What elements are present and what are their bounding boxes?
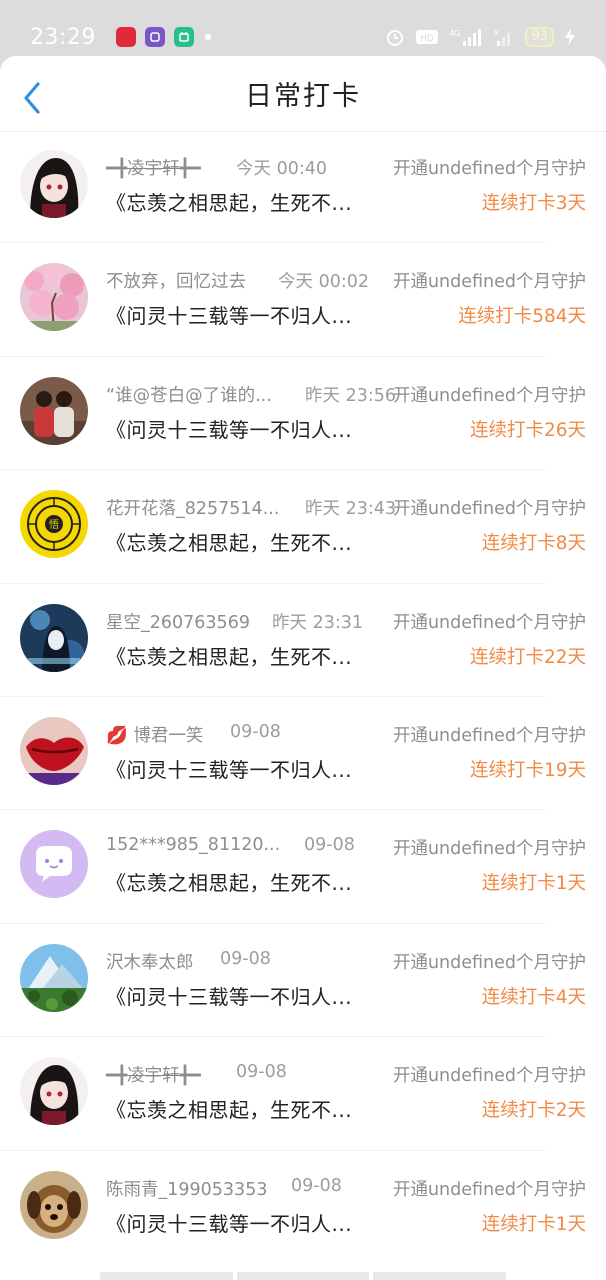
anime-girl-icon[interactable] <box>20 150 88 218</box>
bagua-yellow-icon[interactable]: 悟 <box>20 490 88 559</box>
signal-4g-icon: 4G <box>449 29 482 46</box>
post-time: 今天 00:02 <box>278 272 369 293</box>
streak-badge: 连续打卡2天 <box>481 1100 586 1122</box>
app-green-icon <box>173 27 194 47</box>
bottom-tab-strip <box>100 1272 507 1280</box>
user-name[interactable]: “谁@苍白@了谁的... <box>106 382 272 407</box>
more-notifications-dot <box>204 34 211 40</box>
streak-badge: 连续打卡584天 <box>458 306 586 328</box>
list-item[interactable]: ━╋凌宇轩╋━ 今天 00:40 开通undefined个月守护 《忘羡之相思起… <box>0 130 606 244</box>
post-time: 今天 00:40 <box>236 159 327 179</box>
guard-text: 开通undefined个月守护 <box>392 272 586 293</box>
status-right: HD 4G × 93 <box>385 27 576 47</box>
streak-badge: 连续打卡1天 <box>481 1213 586 1235</box>
streak-badge: 连续打卡1天 <box>481 873 586 895</box>
streak-badge: 连续打卡8天 <box>481 533 586 555</box>
status-time: 23:29 <box>30 24 96 50</box>
tab-strip-segment <box>236 1272 370 1280</box>
user-name[interactable]: ━╋凌宇轩╋━ <box>106 1062 201 1087</box>
guard-text: 开通undefined个月守护 <box>392 159 586 179</box>
post-title[interactable]: 《问灵十三载等一不归人... <box>106 1208 352 1237</box>
red-lips-icon[interactable] <box>20 716 88 785</box>
guard-text: 开通undefined个月守护 <box>392 612 586 633</box>
streak-badge: 连续打卡22天 <box>469 646 586 668</box>
battery-icon: 93 <box>525 27 554 47</box>
guard-text: 开通undefined个月守护 <box>392 499 586 520</box>
svg-text:HD: HD <box>421 34 435 44</box>
guard-text: 开通undefined个月守护 <box>392 952 586 973</box>
list-item[interactable]: 悟 花开花落_8257514... 昨天 23:43 开通undefined个月… <box>0 470 606 584</box>
post-title[interactable]: 《忘羡之相思起，生死不... <box>106 527 352 556</box>
post-time: 昨天 23:43 <box>305 499 396 520</box>
post-time: 09-08 <box>230 721 281 742</box>
post-time: 09-08 <box>236 1062 287 1083</box>
post-title[interactable]: 《忘羡之相思起，生死不... <box>106 867 352 896</box>
back-button[interactable] <box>18 80 48 116</box>
dog-photo-icon[interactable] <box>20 1170 88 1239</box>
list-item[interactable]: “谁@苍白@了谁的... 昨天 23:56 开通undefined个月守护 《问… <box>0 357 606 471</box>
list-item[interactable]: 陈雨青_199053353 09-08 开通undefined个月守护 《问灵十… <box>0 1151 606 1264</box>
default-chat-icon[interactable] <box>20 830 88 899</box>
blue-anime-icon[interactable] <box>20 603 88 672</box>
guard-text: 开通undefined个月守护 <box>392 385 586 406</box>
list-item[interactable]: 152***985_81120... 09-08 开通undefined个月守护… <box>0 810 606 924</box>
user-name[interactable]: ━╋凌宇轩╋━ <box>106 155 201 180</box>
post-title[interactable]: 《问灵十三载等一不归人... <box>106 981 352 1010</box>
svg-text:4G: 4G <box>449 29 460 38</box>
user-name[interactable]: 花开花落_8257514... <box>106 495 279 520</box>
tab-strip-segment <box>100 1272 233 1280</box>
post-time: 09-08 <box>304 835 355 856</box>
post-time: 09-08 <box>220 948 271 969</box>
svg-text:悟: 悟 <box>49 518 59 531</box>
post-title[interactable]: 《问灵十三载等一不归人... <box>106 414 352 443</box>
streak-badge: 连续打卡3天 <box>481 193 586 214</box>
app-purple-icon <box>144 27 165 47</box>
list-item[interactable]: 星空_260763569 昨天 23:31 开通undefined个月守护 《忘… <box>0 584 606 697</box>
anime-girl-icon[interactable] <box>20 1057 88 1126</box>
alarm-icon <box>387 30 404 46</box>
streak-badge: 连续打卡26天 <box>469 419 586 441</box>
list-item[interactable]: 沢木奉太郎 09-08 开通undefined个月守护 《问灵十三载等一不归人.… <box>0 924 606 1038</box>
guard-text: 开通undefined个月守护 <box>392 725 586 746</box>
user-name-text: 博君一笑 <box>133 725 204 746</box>
pink-blossom-icon[interactable] <box>20 263 88 332</box>
streak-badge: 连续打卡19天 <box>469 759 586 781</box>
user-name[interactable]: 陈雨青_199053353 <box>106 1176 267 1201</box>
post-time: 昨天 23:56 <box>305 385 396 406</box>
checkin-list: ━╋凌宇轩╋━ 今天 00:40 开通undefined个月守护 《忘羡之相思起… <box>0 130 606 1264</box>
mountain-landscape-icon[interactable] <box>20 943 88 1012</box>
post-title[interactable]: 《忘羡之相思起，生死不... <box>106 1094 352 1123</box>
app-red-icon <box>115 27 136 47</box>
chevron-left-icon <box>24 82 40 114</box>
charging-icon <box>565 28 575 46</box>
user-name[interactable]: 星空_260763569 <box>106 609 250 634</box>
post-title[interactable]: 《问灵十三载等一不归人... <box>106 754 352 783</box>
guard-text: 开通undefined个月守护 <box>392 1179 586 1200</box>
user-name[interactable]: 💋 博君一笑 <box>106 722 203 747</box>
guard-text: 开通undefined个月守护 <box>392 1066 586 1087</box>
signal-weak-icon: × <box>493 28 511 46</box>
svg-text:×: × <box>493 28 500 37</box>
user-name[interactable]: 152***985_81120... <box>106 835 280 855</box>
hd-icon: HD <box>416 30 439 44</box>
streak-badge: 连续打卡4天 <box>481 986 586 1008</box>
guard-text: 开通undefined个月守护 <box>392 839 586 860</box>
list-item[interactable]: ━╋凌宇轩╋━ 09-08 开通undefined个月守护 《忘羡之相思起，生死… <box>0 1037 606 1151</box>
header: 日常打卡 <box>0 56 606 132</box>
user-name[interactable]: 不放弃，回忆过去 <box>106 268 246 293</box>
post-title[interactable]: 《忘羡之相思起，生死不... <box>106 187 352 216</box>
list-item[interactable]: 不放弃，回忆过去 今天 00:02 开通undefined个月守护 《问灵十三载… <box>0 243 606 357</box>
page-title: 日常打卡 <box>245 81 361 112</box>
post-time: 昨天 23:31 <box>272 612 363 633</box>
post-time: 09-08 <box>291 1175 342 1196</box>
kiss-icon: 💋 <box>106 725 128 746</box>
post-title[interactable]: 《忘羡之相思起，生死不... <box>106 641 352 670</box>
list-item[interactable]: 💋 博君一笑 09-08 开通undefined个月守护 《问灵十三载等一不归人… <box>0 697 606 811</box>
user-name[interactable]: 沢木奉太郎 <box>106 949 194 974</box>
post-title[interactable]: 《问灵十三载等一不归人... <box>106 300 352 329</box>
tab-strip-segment <box>373 1272 507 1280</box>
photo-two-girls-icon[interactable] <box>20 376 88 445</box>
